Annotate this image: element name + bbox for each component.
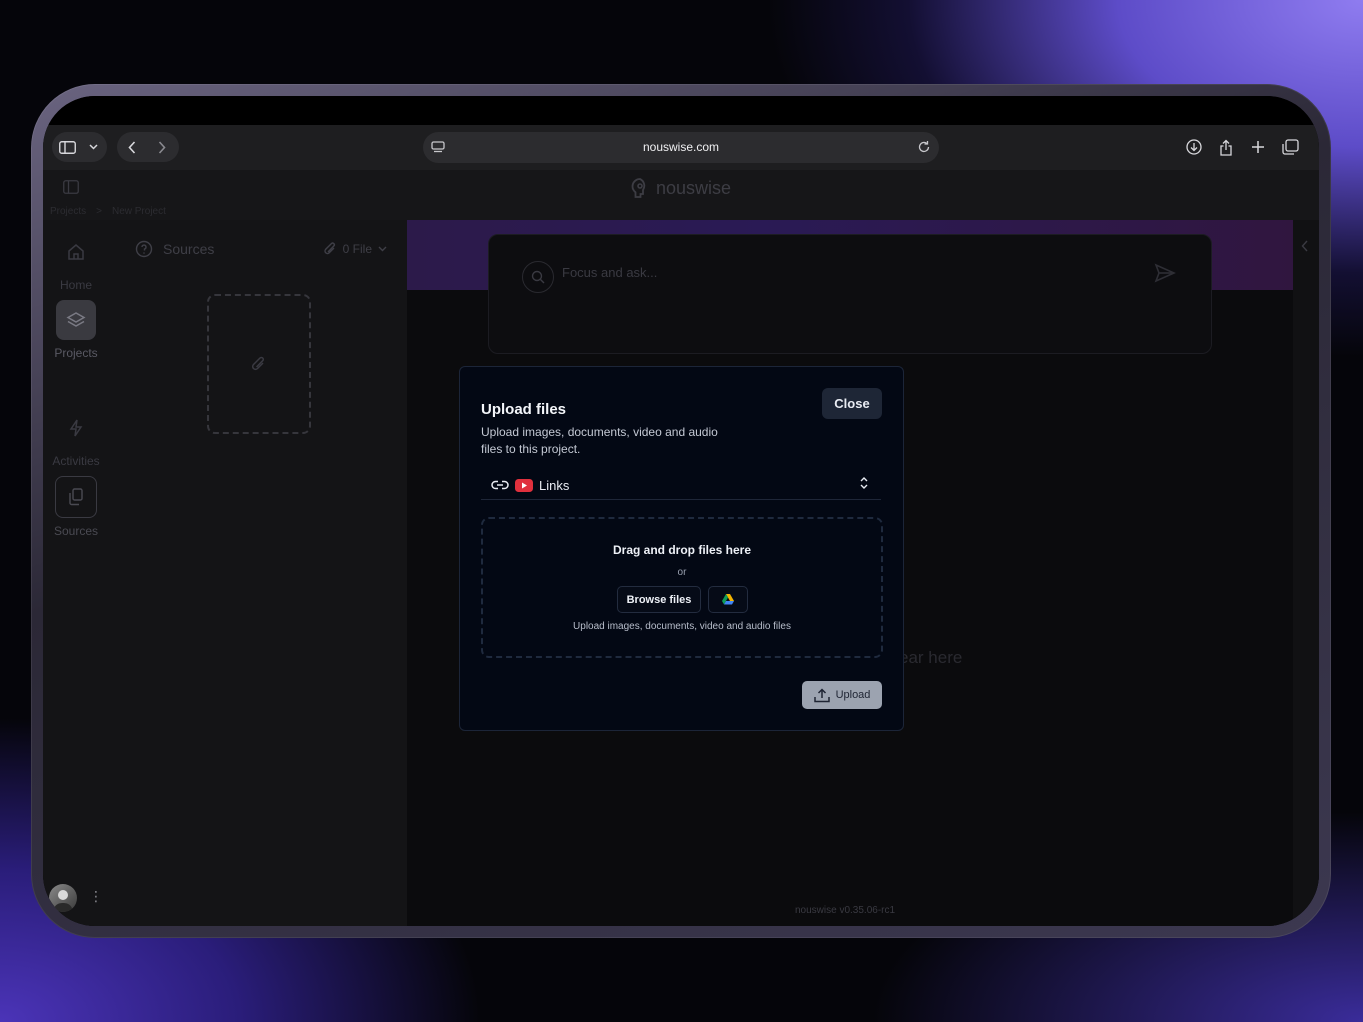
nouswise-logo-icon bbox=[631, 178, 646, 198]
right-collapse-strip bbox=[1293, 220, 1319, 926]
chevron-down-icon bbox=[88, 144, 98, 150]
breadcrumb-projects[interactable]: Projects bbox=[50, 206, 86, 217]
layers-icon bbox=[56, 300, 96, 340]
tab-overview-button[interactable] bbox=[1275, 132, 1305, 162]
rail-item-projects[interactable]: Projects bbox=[43, 300, 109, 360]
upload-button[interactable]: Upload bbox=[802, 681, 882, 709]
new-tab-button[interactable] bbox=[1243, 132, 1273, 162]
rail-label-sources: Sources bbox=[53, 524, 99, 538]
nav-rail: Home Projects Activities Sources bbox=[43, 220, 109, 926]
google-drive-icon bbox=[722, 594, 734, 605]
upload-files-dialog: Upload files Upload images, documents, v… bbox=[459, 366, 904, 731]
sources-title: Sources bbox=[163, 241, 215, 257]
source-type-value: Links bbox=[539, 477, 570, 493]
paperclip-icon bbox=[251, 356, 264, 371]
ask-input[interactable]: Focus and ask... bbox=[562, 265, 657, 280]
sidebar-toggle-button[interactable] bbox=[52, 132, 82, 162]
chevron-up-down-icon bbox=[860, 477, 868, 489]
rail-item-activities[interactable]: Activities bbox=[43, 408, 109, 468]
chevron-right-icon bbox=[158, 140, 166, 154]
version-label: nouswise v0.35.06-rc1 bbox=[795, 905, 896, 916]
download-icon bbox=[1186, 139, 1202, 155]
sidebar-toggle-group bbox=[52, 132, 107, 162]
ask-box: Focus and ask... bbox=[488, 234, 1212, 354]
file-count-dropdown[interactable]: 0 File bbox=[323, 241, 387, 257]
sidebar-icon bbox=[58, 140, 76, 154]
status-bar bbox=[43, 96, 1319, 125]
downloads-button[interactable] bbox=[1179, 132, 1209, 162]
browse-files-button[interactable]: Browse files bbox=[617, 586, 701, 613]
google-drive-button[interactable] bbox=[708, 586, 748, 613]
empty-state-hint: ear here bbox=[899, 648, 963, 667]
chevron-left-icon[interactable] bbox=[1301, 240, 1309, 252]
upload-icon bbox=[813, 687, 830, 702]
dropzone-heading: Drag and drop files here bbox=[612, 543, 752, 557]
help-circle-icon[interactable] bbox=[135, 240, 153, 258]
dropzone-hint: Upload images, documents, video and audi… bbox=[573, 621, 791, 632]
back-button[interactable] bbox=[117, 132, 147, 162]
plus-icon bbox=[1252, 141, 1264, 153]
send-icon[interactable] bbox=[1153, 261, 1177, 285]
add-source-dropzone[interactable] bbox=[207, 294, 311, 434]
search-icon bbox=[522, 261, 554, 293]
dialog-title: Upload files bbox=[481, 401, 567, 418]
share-icon bbox=[1220, 139, 1232, 156]
browser-toolbar: nouswise.com bbox=[43, 125, 1319, 171]
file-count-label: 0 File bbox=[342, 242, 372, 256]
copy-icon bbox=[55, 476, 97, 518]
dropzone-or: or bbox=[677, 567, 687, 578]
share-button[interactable] bbox=[1211, 132, 1241, 162]
breadcrumb: Projects > New Project bbox=[50, 206, 166, 217]
user-menu-icon[interactable]: ⋮ bbox=[89, 888, 103, 905]
rail-item-sources[interactable]: Sources bbox=[43, 476, 109, 538]
bolt-icon bbox=[56, 408, 96, 448]
sidebar-menu-chevron[interactable] bbox=[82, 132, 104, 162]
sources-header: Sources bbox=[135, 240, 214, 258]
reload-icon[interactable] bbox=[917, 139, 931, 155]
dialog-description: Upload images, documents, video and audi… bbox=[481, 425, 718, 456]
app-logo[interactable]: nouswise bbox=[630, 177, 731, 199]
rail-label-activities: Activities bbox=[52, 454, 100, 468]
upload-label: Upload bbox=[835, 689, 871, 701]
app-header: nouswise Projects > New Project bbox=[43, 170, 1319, 220]
breadcrumb-current: New Project bbox=[111, 206, 166, 217]
logo-text: nouswise bbox=[656, 177, 732, 198]
breadcrumb-separator: > bbox=[96, 206, 102, 217]
avatar[interactable] bbox=[49, 884, 77, 912]
tabs-icon bbox=[1281, 139, 1299, 155]
link-icon bbox=[491, 480, 509, 490]
url-text: nouswise.com bbox=[642, 140, 720, 154]
nav-group bbox=[117, 132, 179, 162]
sources-panel: Sources 0 File bbox=[109, 220, 408, 926]
rail-label-projects: Projects bbox=[54, 346, 98, 360]
chevron-left-icon bbox=[128, 140, 136, 154]
home-icon bbox=[56, 232, 96, 272]
youtube-icon bbox=[515, 478, 533, 492]
close-button[interactable]: Close bbox=[822, 388, 882, 419]
source-type-select[interactable]: Links bbox=[481, 471, 881, 500]
address-bar[interactable]: nouswise.com bbox=[423, 132, 939, 163]
file-dropzone[interactable]: Drag and drop files here or Browse files… bbox=[481, 517, 883, 658]
panel-toggle-icon[interactable] bbox=[63, 180, 79, 194]
forward-button[interactable] bbox=[147, 132, 177, 162]
rail-item-home[interactable]: Home bbox=[43, 232, 109, 292]
toolbar-right-actions bbox=[1179, 132, 1305, 162]
chevron-down-icon bbox=[378, 246, 387, 252]
paperclip-icon bbox=[323, 242, 335, 255]
rail-label-home: Home bbox=[59, 278, 92, 292]
